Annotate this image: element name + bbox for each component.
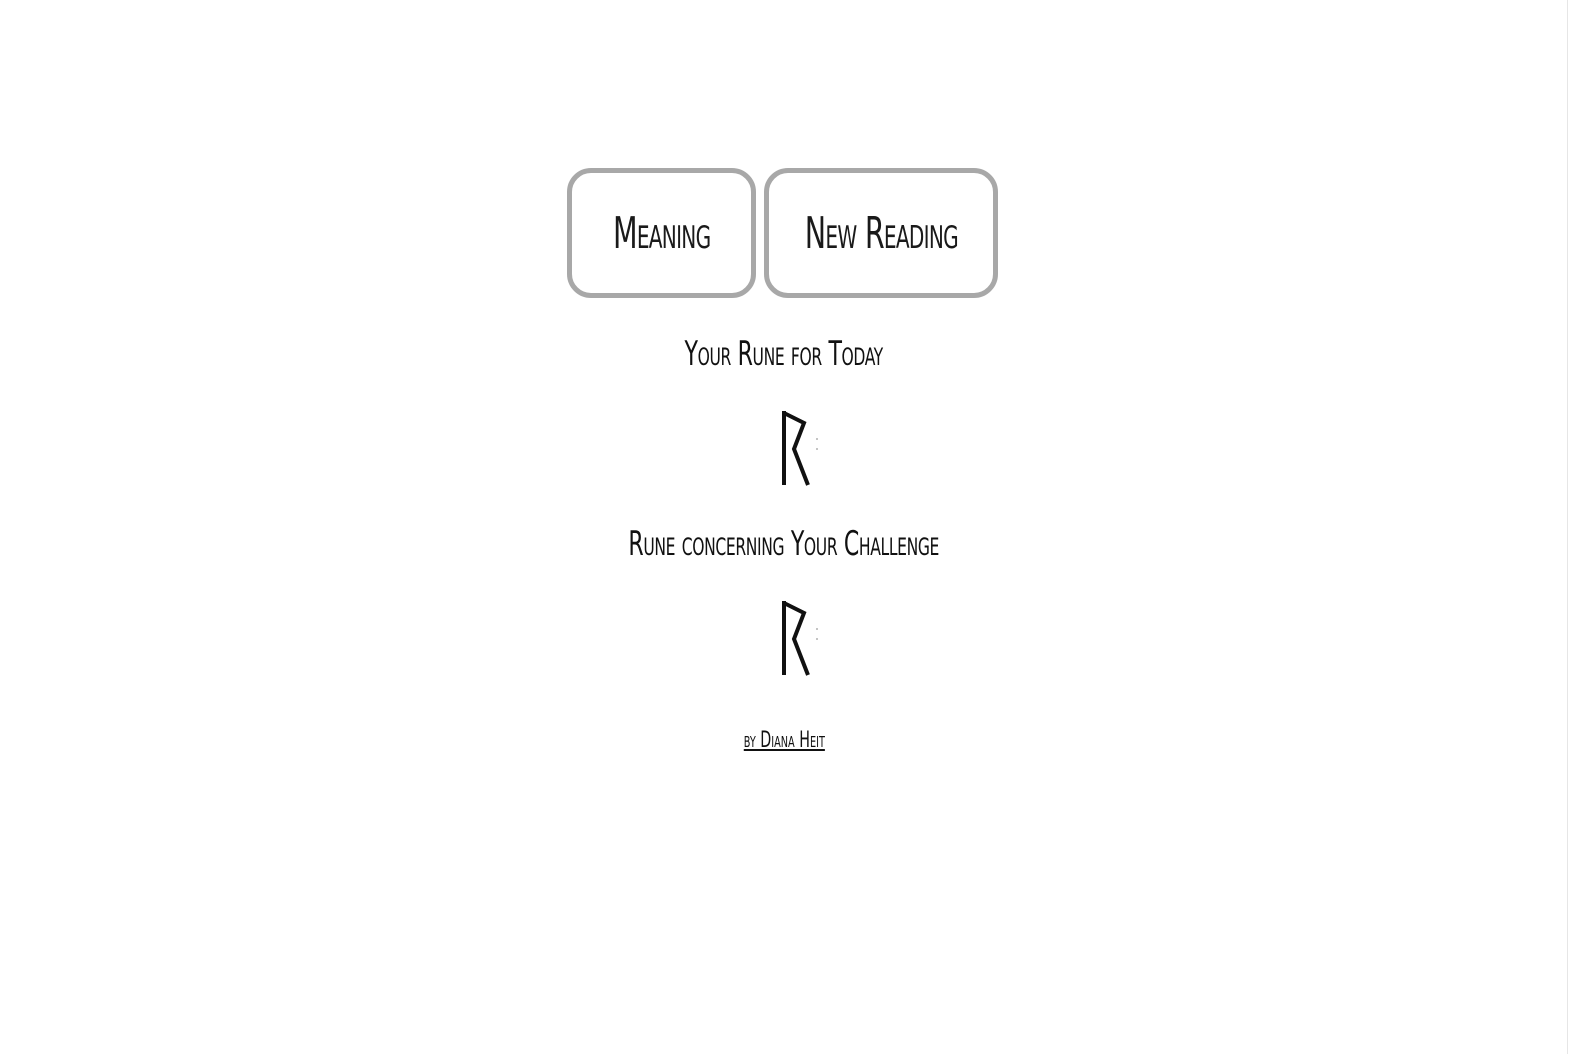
page: Meaning New Reading Your Rune for Today … (0, 0, 1568, 1054)
author-credit-link[interactable]: by Diana Heit (743, 728, 824, 753)
challenge-rune-heading-text: Rune concerning Your Challenge (628, 524, 940, 564)
meaning-button-label: Meaning (612, 207, 711, 259)
raidho-rune-icon (782, 411, 818, 486)
today-rune-heading-text: Your Rune for Today (684, 334, 884, 374)
vertical-scrollbar[interactable] (1567, 0, 1582, 1054)
meaning-button[interactable]: Meaning (567, 168, 756, 298)
today-rune-heading: Your Rune for Today (0, 334, 1568, 374)
new-reading-button[interactable]: New Reading (764, 168, 998, 298)
new-reading-button-label: New Reading (804, 207, 958, 259)
challenge-rune-heading: Rune concerning Your Challenge (0, 524, 1568, 564)
raidho-rune-icon (782, 601, 818, 676)
credit-footer: by Diana Heit (0, 728, 1568, 753)
